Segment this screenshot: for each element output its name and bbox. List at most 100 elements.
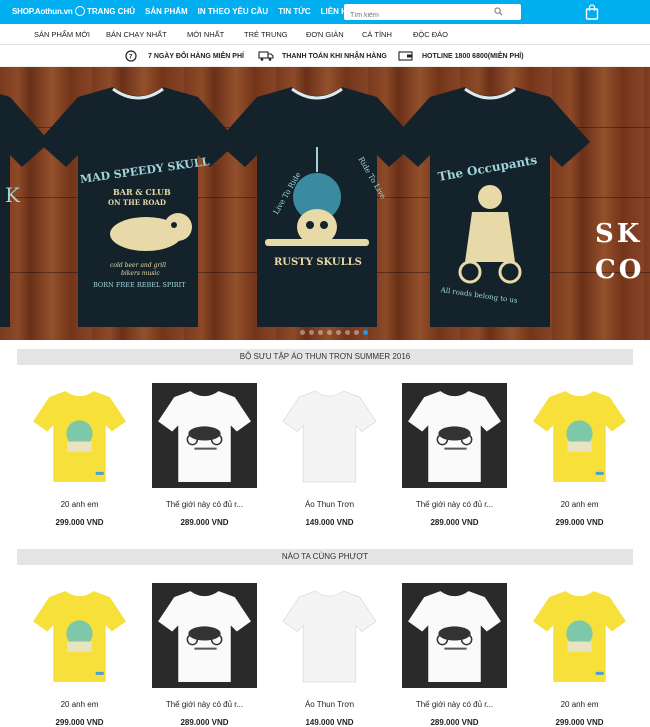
product-name[interactable]: Áo Thun Trơn xyxy=(277,500,382,509)
product-price: 149.000 VND xyxy=(305,718,354,727)
slider-dots xyxy=(300,330,368,335)
product-price: 289.000 VND xyxy=(180,518,229,527)
svg-text:cold beer and grill: cold beer and grill xyxy=(110,262,166,269)
slider-dot[interactable] xyxy=(363,330,368,335)
banner-headline-line1: SK xyxy=(595,219,643,249)
product-thumbnail[interactable] xyxy=(527,583,632,688)
site-logo[interactable]: SHOP.Aothun.vn xyxy=(12,6,85,16)
product-price: 299.000 VND xyxy=(555,718,604,727)
product-name[interactable]: Thế giới này có đủ r... xyxy=(152,500,257,509)
section-title: BỘ SƯU TẬP ÁO THUN TRƠN SUMMER 2016 xyxy=(17,349,633,365)
tshirt-rusty-skulls: Live To Ride Ride To Live RUSTY SKULLS xyxy=(217,87,417,327)
search-input[interactable] xyxy=(344,7,494,24)
product-card[interactable]: 20 anh em 299.000 VND xyxy=(27,583,132,727)
shopping-bag-icon[interactable] xyxy=(585,4,599,20)
wallet-icon xyxy=(398,51,413,61)
product-thumbnail[interactable] xyxy=(527,383,632,488)
product-image[interactable] xyxy=(527,383,632,488)
product-price: 299.000 VND xyxy=(55,718,104,727)
category-new[interactable]: SẢN PHẨM MỚI xyxy=(34,30,90,39)
product-thumbnail[interactable] xyxy=(277,383,382,488)
svg-text:BAR & CLUB: BAR & CLUB xyxy=(113,187,171,197)
product-image[interactable] xyxy=(402,383,507,488)
product-image[interactable] xyxy=(277,383,382,488)
product-card[interactable]: Thế giới này có đủ r... 289.000 VND xyxy=(402,383,507,527)
product-image[interactable] xyxy=(27,383,132,488)
product-name[interactable]: Thế giới này có đủ r... xyxy=(402,500,507,509)
search-box xyxy=(344,4,521,24)
slider-dot[interactable] xyxy=(309,330,314,335)
product-card[interactable]: Áo Thun Trơn 149.000 VND xyxy=(277,383,382,527)
svg-text:bikers music: bikers music xyxy=(121,270,160,277)
category-bar: SẢN PHẨM MỚI BÁN CHẠY NHẤT MỚI NHẤT TRẺ … xyxy=(0,24,650,45)
product-thumbnail[interactable] xyxy=(152,383,257,488)
product-thumbnail[interactable] xyxy=(27,583,132,688)
tshirt-the-occupants: The Occupants All roads belong to us xyxy=(390,87,590,327)
product-image[interactable] xyxy=(527,583,632,688)
slider-dot[interactable] xyxy=(354,330,359,335)
nav-custom-print[interactable]: IN THEO YÊU CẦU xyxy=(198,7,269,16)
product-thumbnail[interactable] xyxy=(277,583,382,688)
category-personality[interactable]: CÁ TÍNH xyxy=(362,30,392,39)
category-youthful[interactable]: TRẺ TRUNG xyxy=(244,30,288,39)
product-thumbnail[interactable] xyxy=(27,383,132,488)
category-simple[interactable]: ĐƠN GIẢN xyxy=(306,30,344,39)
hero-banner[interactable]: K MAD SPEEDY SKULL BAR & CLUB ON THE ROA… xyxy=(0,67,650,340)
slider-dot[interactable] xyxy=(345,330,350,335)
product-card[interactable]: 20 anh em 299.000 VND xyxy=(527,383,632,527)
product-image[interactable] xyxy=(402,583,507,688)
nav-products[interactable]: SẢN PHẨM xyxy=(145,7,188,16)
svg-text:BORN FREE REBEL SPIRIT: BORN FREE REBEL SPIRIT xyxy=(93,281,186,289)
nav-news[interactable]: TIN TỨC xyxy=(278,7,310,16)
product-price: 289.000 VND xyxy=(430,718,479,727)
product-image[interactable] xyxy=(152,583,257,688)
product-card[interactable]: Thế giới này có đủ r... 289.000 VND xyxy=(152,583,257,727)
benefit-hotline: HOTLINE 1800 6800(MIỄN PHÍ) xyxy=(398,50,524,62)
product-card[interactable]: 20 anh em 299.000 VND xyxy=(27,383,132,527)
product-card[interactable]: 20 anh em 299.000 VND xyxy=(527,583,632,727)
slider-dot[interactable] xyxy=(327,330,332,335)
product-name[interactable]: Thế giới này có đủ r... xyxy=(402,700,507,709)
slider-dot[interactable] xyxy=(318,330,323,335)
svg-text:7: 7 xyxy=(129,55,133,61)
product-image[interactable] xyxy=(27,583,132,688)
category-latest[interactable]: MỚI NHẤT xyxy=(187,30,224,39)
product-card[interactable]: Thế giới này có đủ r... 289.000 VND xyxy=(152,383,257,527)
svg-text:K: K xyxy=(5,183,21,207)
category-best-selling[interactable]: BÁN CHẠY NHẤT xyxy=(106,30,167,39)
product-card[interactable]: Thế giới này có đủ r... 289.000 VND xyxy=(402,583,507,727)
product-name[interactable]: 20 anh em xyxy=(527,500,632,509)
section-title: NÀO TA CÙNG PHƯỢT xyxy=(17,549,633,565)
tshirt-mad-speedy-skull: MAD SPEEDY SKULL BAR & CLUB ON THE ROAD … xyxy=(38,87,238,327)
return-7-days-icon: 7 xyxy=(125,50,137,62)
globe-icon xyxy=(74,6,85,16)
product-price: 149.000 VND xyxy=(305,518,354,527)
benefit-free-return: 7 7 NGÀY ĐỔI HÀNG MIỄN PHÍ xyxy=(124,50,244,62)
product-name[interactable]: 20 anh em xyxy=(27,700,132,709)
product-name[interactable]: Thế giới này có đủ r... xyxy=(152,700,257,709)
truck-icon xyxy=(258,51,274,61)
slider-dot[interactable] xyxy=(300,330,305,335)
main-nav: TRANG CHỦ SẢN PHẨM IN THEO YÊU CẦU TIN T… xyxy=(87,7,362,16)
product-thumbnail[interactable] xyxy=(152,583,257,688)
top-bar: SHOP.Aothun.vn TRANG CHỦ SẢN PHẨM IN THE… xyxy=(0,0,650,24)
benefit-cod: THANH TOÁN KHI NHẬN HÀNG xyxy=(258,50,387,62)
category-unique[interactable]: ĐỘC ĐÁO xyxy=(413,30,448,39)
product-thumbnail[interactable] xyxy=(402,383,507,488)
product-name[interactable]: Áo Thun Trơn xyxy=(277,700,382,709)
slider-dot[interactable] xyxy=(336,330,341,335)
svg-text:ON THE ROAD: ON THE ROAD xyxy=(108,198,166,207)
product-thumbnail[interactable] xyxy=(402,583,507,688)
svg-text:RUSTY SKULLS: RUSTY SKULLS xyxy=(274,257,362,268)
nav-home[interactable]: TRANG CHỦ xyxy=(87,7,135,16)
product-name[interactable]: 20 anh em xyxy=(27,500,132,509)
product-image[interactable] xyxy=(152,383,257,488)
product-price: 289.000 VND xyxy=(180,718,229,727)
product-price: 289.000 VND xyxy=(430,518,479,527)
product-card[interactable]: Áo Thun Trơn 149.000 VND xyxy=(277,583,382,727)
product-name[interactable]: 20 anh em xyxy=(527,700,632,709)
product-price: 299.000 VND xyxy=(555,518,604,527)
product-image[interactable] xyxy=(277,583,382,688)
banner-headline-line2: CO xyxy=(595,255,645,285)
search-icon[interactable] xyxy=(494,7,503,16)
